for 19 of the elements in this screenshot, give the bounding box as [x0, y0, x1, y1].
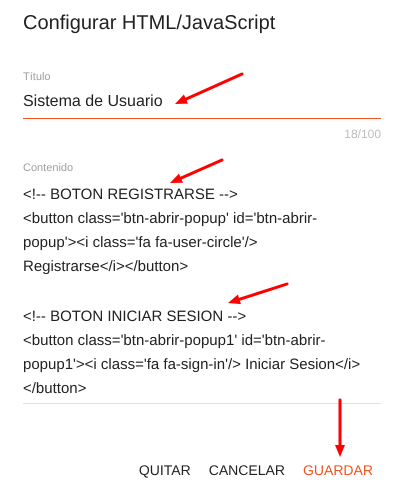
dialog-title: Configurar HTML/JavaScript — [23, 11, 276, 36]
dialog-button[interactable]: QUITAR — [132, 456, 197, 485]
code-line: popup1'><i class='fa fa-sign-in'/> Iniciar Sesion</i> — [23, 355, 360, 375]
field-label: Título — [23, 70, 51, 84]
code-line: popup'><i class='fa fa-user-circle'/> — [23, 233, 258, 253]
dialog-button[interactable]: CANCELAR — [202, 456, 291, 485]
annotation-arrow — [228, 282, 288, 304]
annotation-arrow — [335, 398, 345, 457]
code-line: <!-- BOTON REGISTRARSE --> — [23, 185, 238, 205]
code-line: <!-- BOTON INICIAR SESION --> — [23, 307, 246, 327]
annotation-arrow — [175, 72, 244, 104]
field-label: Contenido — [23, 161, 74, 175]
code-line: </button> — [23, 379, 86, 399]
title-input[interactable]: Sistema de Usuario — [23, 90, 381, 119]
code-line: Registrarse</i></button> — [23, 257, 188, 277]
character-counter: 18/100 — [344, 126, 381, 143]
annotation-arrow — [170, 158, 224, 183]
code-line: <button class='btn-abrir-popup1' id='btn-abrir- — [23, 331, 326, 351]
code-line: <button class='btn-abrir-popup' id='btn-abrir- — [23, 209, 318, 229]
